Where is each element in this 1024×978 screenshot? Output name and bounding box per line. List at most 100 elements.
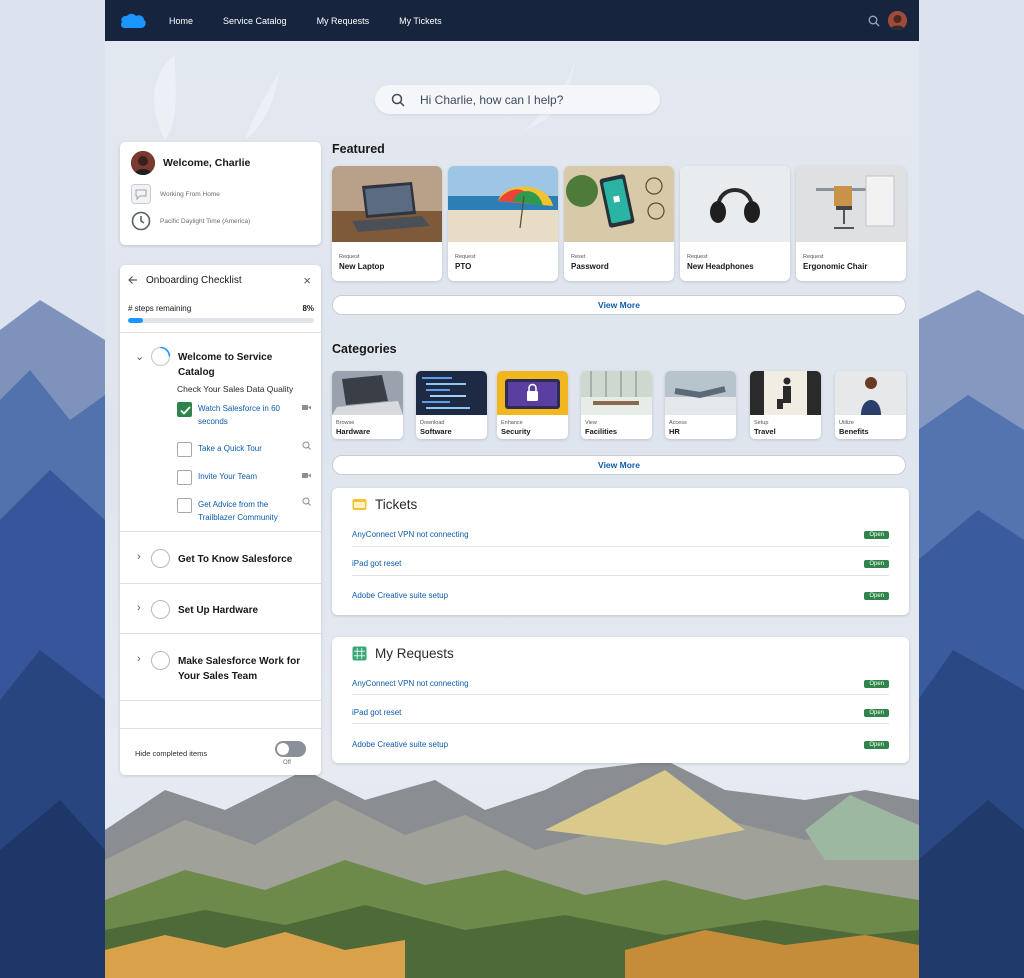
- nav-home[interactable]: Home: [169, 16, 193, 26]
- search-icon: [391, 93, 405, 107]
- my-requests-panel: My Requests AnyConnect VPN not connectin…: [332, 637, 909, 763]
- category-name: Security: [501, 427, 531, 436]
- close-icon[interactable]: ×: [303, 273, 311, 288]
- nav-my-tickets[interactable]: My Tickets: [399, 16, 442, 26]
- task-label[interactable]: Get Advice from the Trailblazer Communit…: [198, 498, 293, 524]
- steps-label: # steps remaining: [128, 304, 192, 313]
- section-welcome-title[interactable]: Welcome to Service Catalog: [178, 350, 308, 380]
- welcome-card: Welcome, Charlie Working From Home Pacif…: [120, 142, 321, 245]
- featured-title: Featured: [332, 142, 385, 156]
- featured-item-password[interactable]: Reset Password: [564, 166, 674, 281]
- category-security[interactable]: Enhance Security: [497, 371, 568, 439]
- divider: [120, 332, 321, 333]
- nav-service-catalog[interactable]: Service Catalog: [223, 16, 287, 26]
- featured-item-new-headphones[interactable]: Request New Headphones: [680, 166, 790, 281]
- status-badge: Open: [864, 530, 889, 539]
- progress-bar-fill: [128, 318, 143, 323]
- task-invite-team[interactable]: Invite Your Team: [177, 470, 311, 485]
- checkbox[interactable]: [177, 470, 192, 485]
- global-search[interactable]: Hi Charlie, how can I help?: [375, 85, 660, 114]
- hide-completed-toggle[interactable]: [275, 741, 306, 757]
- athlete-image: [835, 371, 906, 415]
- chevron-right-icon[interactable]: ›: [137, 551, 141, 563]
- chevron-right-icon[interactable]: ›: [137, 653, 141, 665]
- nav-my-requests[interactable]: My Requests: [317, 16, 370, 26]
- divider: [120, 583, 321, 584]
- checkbox-checked[interactable]: [177, 402, 192, 417]
- category-name: HR: [669, 427, 680, 436]
- video-icon: [302, 405, 311, 410]
- ticket-title[interactable]: Adobe Creative suite setup: [352, 591, 448, 600]
- category-hr[interactable]: Access HR: [665, 371, 736, 439]
- featured-view-more-button[interactable]: View More: [332, 295, 906, 315]
- onboarding-checklist: Onboarding Checklist × # steps remaining…: [120, 265, 321, 775]
- section-make-salesforce-work[interactable]: Make Salesforce Work for Your Sales Team: [178, 654, 308, 684]
- work-status-row: Working From Home: [131, 184, 220, 204]
- category-kind: Setup: [754, 420, 769, 426]
- task-trailblazer-community[interactable]: Get Advice from the Trailblazer Communit…: [177, 497, 311, 524]
- task-label[interactable]: Take a Quick Tour: [198, 442, 262, 455]
- request-title[interactable]: iPad got reset: [352, 708, 401, 717]
- search-placeholder[interactable]: Hi Charlie, how can I help?: [420, 93, 563, 107]
- featured-item-ergonomic-chair[interactable]: Request Ergonomic Chair: [796, 166, 906, 281]
- ticket-row[interactable]: iPad got reset Open: [352, 559, 889, 568]
- progress-ring-icon: [151, 651, 170, 670]
- checkbox[interactable]: [177, 498, 192, 513]
- ticket-row[interactable]: AnyConnect VPN not connecting Open: [352, 530, 889, 539]
- task-label[interactable]: Watch Salesforce in 60 seconds: [198, 402, 288, 428]
- task-quick-tour[interactable]: Take a Quick Tour: [177, 441, 311, 457]
- calendar-grid-icon: [352, 646, 367, 661]
- section-set-up-hardware[interactable]: Set Up Hardware: [178, 603, 258, 618]
- progress-ring-icon: [151, 549, 170, 568]
- ticket-title[interactable]: iPad got reset: [352, 559, 401, 568]
- item-name: New Headphones: [687, 262, 754, 271]
- toggle-knob: [277, 743, 289, 755]
- checkbox[interactable]: [177, 442, 192, 457]
- chat-icon: [131, 184, 151, 204]
- item-kind: Request: [455, 254, 476, 260]
- salesforce-logo-icon[interactable]: [119, 11, 147, 31]
- request-row[interactable]: AnyConnect VPN not connecting Open: [352, 679, 889, 688]
- checklist-title: Onboarding Checklist: [146, 274, 242, 286]
- chevron-down-icon[interactable]: ⌄: [135, 350, 144, 363]
- divider: [352, 694, 889, 695]
- item-name: PTO: [455, 262, 472, 271]
- task-label[interactable]: Invite Your Team: [198, 470, 257, 483]
- search-icon[interactable]: [868, 15, 880, 27]
- beach-umbrella-image: [448, 166, 558, 242]
- category-benefits[interactable]: Utilize Benefits: [835, 371, 906, 439]
- headphones-image: [680, 166, 790, 242]
- category-travel[interactable]: Setup Travel: [750, 371, 821, 439]
- request-title[interactable]: AnyConnect VPN not connecting: [352, 679, 469, 688]
- item-kind: Reset: [571, 254, 586, 260]
- ticket-row[interactable]: Adobe Creative suite setup Open: [352, 591, 889, 600]
- chevron-right-icon[interactable]: ›: [137, 602, 141, 614]
- categories-view-more-button[interactable]: View More: [332, 455, 906, 475]
- back-arrow-icon[interactable]: [128, 275, 138, 285]
- requests-header: My Requests: [352, 646, 454, 661]
- nav-links: Home Service Catalog My Requests My Tick…: [169, 16, 472, 26]
- request-row[interactable]: iPad got reset Open: [352, 708, 889, 717]
- item-name: New Laptop: [339, 262, 385, 271]
- checklist-header: Onboarding Checklist ×: [120, 265, 321, 295]
- category-software[interactable]: Download Software: [416, 371, 487, 439]
- ticket-title[interactable]: AnyConnect VPN not connecting: [352, 530, 469, 539]
- status-badge: Open: [864, 679, 889, 688]
- progress-ring-icon: [151, 600, 170, 619]
- category-kind: Download: [420, 420, 445, 426]
- section-get-to-know[interactable]: Get To Know Salesforce: [178, 552, 292, 567]
- category-hardware[interactable]: Browse Hardware: [332, 371, 403, 439]
- featured-item-new-laptop[interactable]: Request New Laptop: [332, 166, 442, 281]
- request-row[interactable]: Adobe Creative suite setup Open: [352, 740, 889, 749]
- app-window: Home Service Catalog My Requests My Tick…: [105, 0, 919, 978]
- status-badge: Open: [864, 708, 889, 717]
- category-name: Hardware: [336, 427, 371, 436]
- timezone-row: Pacific Daylight Time (America): [131, 211, 250, 231]
- request-title[interactable]: Adobe Creative suite setup: [352, 740, 448, 749]
- item-name: Ergonomic Chair: [803, 262, 868, 271]
- featured-item-pto[interactable]: Request PTO: [448, 166, 558, 281]
- top-nav: Home Service Catalog My Requests My Tick…: [105, 0, 919, 41]
- user-avatar[interactable]: [888, 11, 907, 30]
- category-facilities[interactable]: View Facilities: [581, 371, 652, 439]
- task-watch-salesforce[interactable]: Watch Salesforce in 60 seconds: [177, 402, 311, 428]
